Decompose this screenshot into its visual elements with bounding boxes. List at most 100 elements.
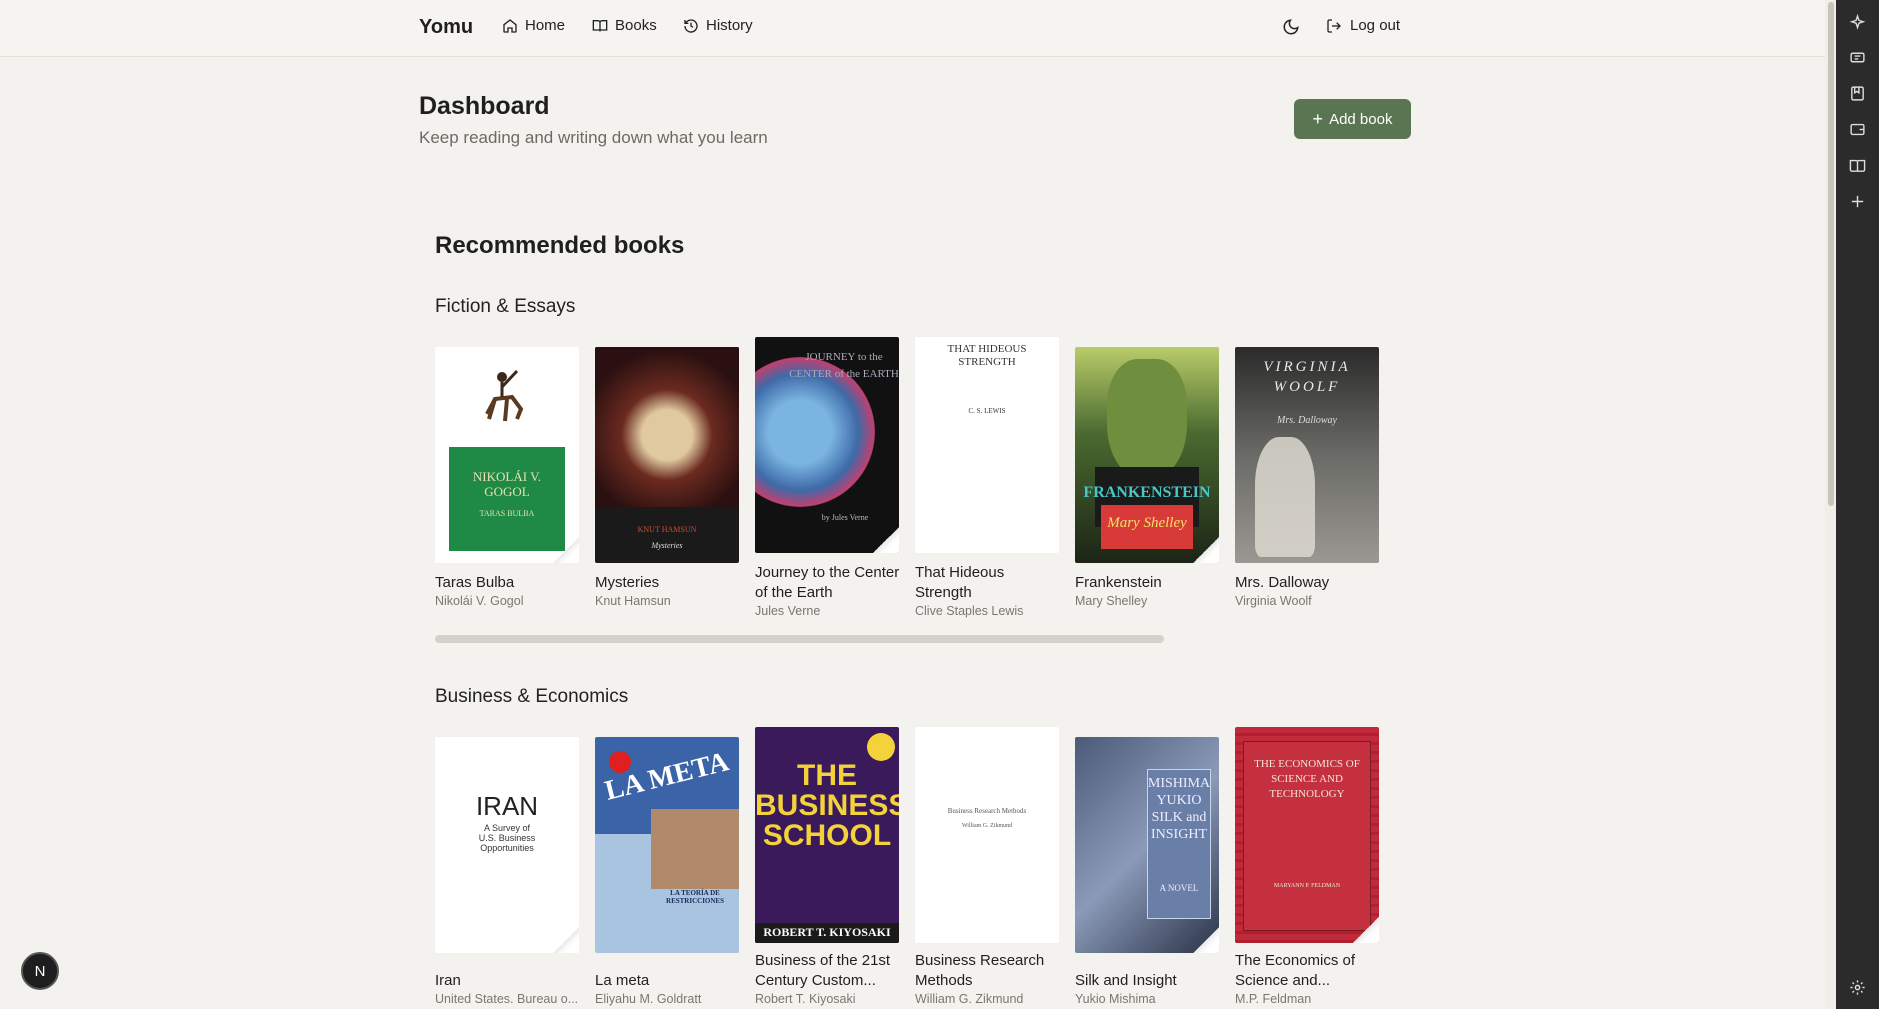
logout-icon [1327, 18, 1341, 33]
cover-title: MISHIMA YUKIO SILK and INSIGHT [1147, 776, 1211, 842]
page-subtitle: Keep reading and writing down what you l… [419, 128, 768, 147]
cover-title: THE ECONOMICS OF SCIENCE AND TECHNOLOGY [1254, 758, 1360, 800]
nav-books-label: Books [615, 17, 657, 34]
cover-author: ROBERT T. KIYOSAKI [763, 925, 891, 939]
nav-history[interactable]: History [683, 17, 753, 34]
page-scrollbar-thumb[interactable] [1828, 2, 1834, 506]
nav-books[interactable]: Books [592, 17, 657, 34]
book-title[interactable]: Journey to the Center of the Earth [755, 563, 905, 603]
theme-toggle-moon-icon[interactable] [1282, 18, 1300, 36]
book-author: Eliyahu M. Goldratt [595, 992, 702, 1006]
wallet-icon[interactable] [1849, 121, 1866, 138]
page-curl [873, 527, 899, 553]
page-curl [553, 537, 579, 563]
history-icon [684, 18, 698, 33]
book-open-icon [592, 19, 608, 31]
logout-label: Log out [1350, 17, 1401, 34]
book-title[interactable]: Silk and Insight [1075, 971, 1225, 991]
cover-title: IRAN [475, 791, 539, 821]
book-author: Jules Verne [755, 604, 821, 618]
cover-title: FRANKENSTEIN [1083, 484, 1211, 501]
cover-author: VIRGINIA WOOLF [1263, 359, 1351, 395]
woman-illustration [1255, 437, 1315, 557]
sparkle-icon[interactable] [1849, 13, 1866, 31]
book-title[interactable]: Mysteries [595, 573, 745, 593]
book-title[interactable]: Business of the 21st Century Custom... [755, 951, 905, 991]
category-heading-fiction: Fiction & Essays [435, 296, 576, 317]
page-curl [1193, 927, 1219, 953]
face-illustration [595, 347, 739, 507]
add-book-button[interactable]: + Add book [1294, 99, 1411, 139]
user-avatar[interactable]: N [21, 952, 59, 990]
bookmark-icon[interactable] [1849, 85, 1866, 102]
reader-icon[interactable] [1849, 157, 1866, 174]
cover-author: William G. Zikmund [961, 823, 1013, 829]
book-cover[interactable]: FRANKENSTEIN Mary Shelley [1075, 347, 1219, 563]
book-author: Knut Hamsun [595, 594, 671, 608]
cover-author: NIKOLÁI V. GOGOL [472, 469, 542, 499]
page-curl [553, 927, 579, 953]
cover-author: C. S. LEWIS [968, 407, 1006, 415]
book-title[interactable]: La meta [595, 971, 745, 991]
seal-badge [867, 733, 895, 761]
book-cover[interactable]: THE ECONOMICS OF SCIENCE AND TECHNOLOGY … [1235, 727, 1379, 943]
book-author: Mary Shelley [1075, 594, 1148, 608]
badge-icon [609, 751, 631, 773]
cover-title: JOURNEY to the CENTER of the EARTH [789, 351, 899, 380]
page-title: Dashboard [419, 92, 550, 120]
horizontal-scrollbar[interactable] [435, 635, 1164, 643]
settings-gear-icon[interactable] [1849, 979, 1866, 996]
ticket-icon[interactable] [1849, 49, 1866, 66]
plus-icon: + [1312, 109, 1324, 129]
book-cover[interactable]: IRAN A Survey of U.S. Business Opportuni… [435, 737, 579, 953]
add-book-label: Add book [1329, 110, 1393, 128]
cover-author: KNUT HAMSUN [637, 525, 697, 534]
book-cover[interactable]: NIKOLÁI V. GOGOL TARAS BULBA [435, 347, 579, 563]
logout-button[interactable]: Log out [1326, 17, 1400, 34]
book-title[interactable]: Mrs. Dalloway [1235, 573, 1385, 593]
book-cover[interactable]: THAT HIDEOUS STRENGTH C. S. LEWIS [915, 337, 1059, 553]
monster-illustration [1107, 359, 1187, 479]
nav-home[interactable]: Home [502, 17, 565, 34]
cover-title: THAT HIDEOUS STRENGTH [947, 343, 1027, 368]
right-extension-sidebar [1836, 0, 1879, 1009]
book-title[interactable]: Business Research Methods [915, 951, 1065, 991]
cover-title: Mysteries [651, 541, 683, 550]
book-author: Nikolái V. Gogol [435, 594, 524, 608]
book-cover[interactable]: Business Research Methods William G. Zik… [915, 727, 1059, 943]
book-author: William G. Zikmund [915, 992, 1024, 1006]
book-cover[interactable]: THE BUSINESS SCHOOL ROBERT T. KIYOSAKI [755, 727, 899, 943]
cover-title: THE BUSINESS SCHOOL [755, 759, 899, 852]
cover-title: Mrs. Dalloway [1277, 415, 1337, 426]
book-cover[interactable]: KNUT HAMSUN Mysteries [595, 347, 739, 563]
cover-author: Mary Shelley [1107, 515, 1187, 531]
cover-panel: NIKOLÁI V. GOGOL TARAS BULBA [449, 447, 565, 551]
nav-home-label: Home [525, 17, 566, 34]
book-author: Clive Staples Lewis [915, 604, 1024, 618]
cover-subtitle: A NOVEL [1159, 883, 1199, 893]
book-cover[interactable]: LA META LA TEORÍA DE RESTRICCIONES [595, 737, 739, 953]
book-author: Yukio Mishima [1075, 992, 1156, 1006]
plus-icon[interactable] [1849, 193, 1866, 210]
cover-author: MARYANN P. FELDMAN [1273, 883, 1341, 889]
cover-author: by Jules Verne [821, 513, 869, 522]
horseman-illustration [477, 359, 527, 429]
cover-subtitle: LA TEORÍA DE RESTRICCIONES [666, 889, 724, 905]
recommended-heading: Recommended books [435, 232, 685, 259]
book-cover[interactable]: VIRGINIA WOOLF Mrs. Dalloway [1235, 347, 1379, 563]
book-author: Robert T. Kiyosaki [755, 992, 856, 1006]
top-navbar: Yomu Home Books History Log out [0, 0, 1836, 57]
book-title[interactable]: Taras Bulba [435, 573, 585, 593]
book-cover[interactable]: JOURNEY to the CENTER of the EARTH by Ju… [755, 337, 899, 553]
book-title[interactable]: Iran [435, 971, 585, 991]
cover-title: Business Research Methods [947, 807, 1027, 815]
book-author: M.P. Feldman [1235, 992, 1312, 1006]
book-title[interactable]: That Hideous Strength [915, 563, 1065, 603]
book-title[interactable]: Frankenstein [1075, 573, 1225, 593]
book-title[interactable]: The Economics of Science and... [1235, 951, 1385, 991]
cover-subtitle: A Survey of U.S. Business Opportunities [478, 823, 536, 853]
brand-logo[interactable]: Yomu [419, 16, 473, 39]
book-cover[interactable]: MISHIMA YUKIO SILK and INSIGHT A NOVEL [1075, 737, 1219, 953]
page-curl [1353, 917, 1379, 943]
nav-history-label: History [706, 17, 753, 34]
